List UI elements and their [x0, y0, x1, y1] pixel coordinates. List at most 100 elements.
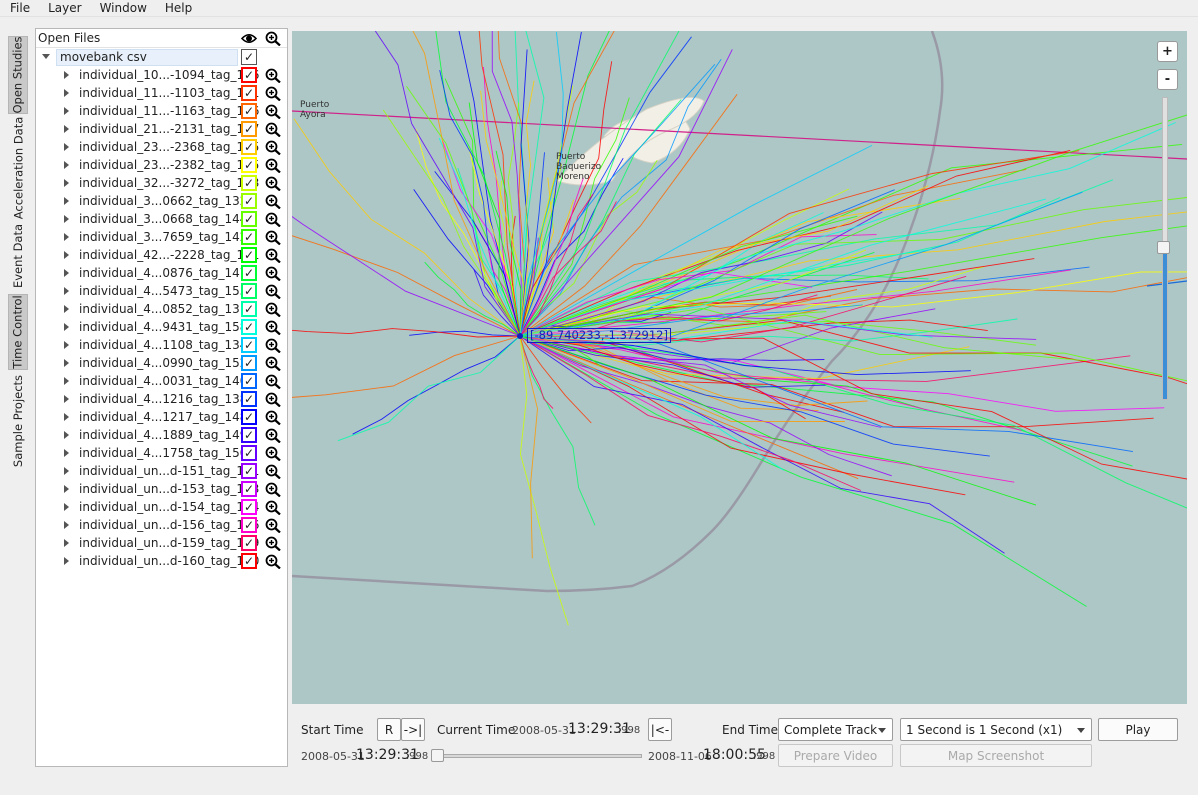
zoom-slider-handle[interactable] [1157, 241, 1170, 254]
end-time-select[interactable]: Complete Track [778, 718, 893, 741]
track-row[interactable]: individual_42...-2228_tag_161 ✓ [36, 246, 287, 264]
track-row[interactable]: individual_un...d-159_tag_159 ✓ [36, 534, 287, 552]
track-visibility-checkbox[interactable]: ✓ [241, 229, 257, 245]
expand-caret-icon[interactable] [64, 467, 69, 475]
track-visibility-checkbox[interactable]: ✓ [241, 265, 257, 281]
zoom-to-track-icon[interactable] [265, 374, 281, 389]
position-marker[interactable] [517, 333, 523, 339]
tab-time-control[interactable]: Time Control [8, 294, 28, 370]
track-visibility-checkbox[interactable]: ✓ [241, 283, 257, 299]
track-row[interactable]: individual_3...7659_tag_142 ✓ [36, 228, 287, 246]
zoom-to-track-icon[interactable] [265, 68, 281, 83]
track-row[interactable]: individual_un...d-151_tag_151 ✓ [36, 462, 287, 480]
zoom-to-header-icon[interactable] [265, 31, 281, 46]
track-visibility-checkbox[interactable]: ✓ [241, 157, 257, 173]
expand-caret-icon[interactable] [64, 521, 69, 529]
track-row[interactable]: individual_4...0852_tag_131 ✓ [36, 300, 287, 318]
track-visibility-checkbox[interactable]: ✓ [241, 355, 257, 371]
expand-caret-icon[interactable] [64, 323, 69, 331]
zoom-to-track-icon[interactable] [265, 428, 281, 443]
zoom-out-button[interactable]: - [1157, 69, 1178, 90]
track-row[interactable]: individual_4...1108_tag_134 ✓ [36, 336, 287, 354]
track-row[interactable]: individual_11...-1163_tag_136 ✓ [36, 102, 287, 120]
expand-caret-icon[interactable] [64, 305, 69, 313]
expand-caret-icon[interactable] [64, 107, 69, 115]
expand-caret-icon[interactable] [64, 539, 69, 547]
track-visibility-checkbox[interactable]: ✓ [241, 553, 257, 569]
track-visibility-checkbox[interactable]: ✓ [241, 85, 257, 101]
expand-caret-icon[interactable] [64, 431, 69, 439]
zoom-to-track-icon[interactable] [265, 446, 281, 461]
track-visibility-checkbox[interactable]: ✓ [241, 391, 257, 407]
track-visibility-checkbox[interactable]: ✓ [241, 247, 257, 263]
expand-caret-icon[interactable] [64, 359, 69, 367]
step-forward-button[interactable]: ->| [401, 718, 425, 741]
expand-caret-icon[interactable] [64, 125, 69, 133]
time-slider-handle[interactable] [431, 749, 444, 762]
root-visibility-checkbox[interactable]: ✓ [241, 49, 257, 65]
expand-caret-icon[interactable] [64, 215, 69, 223]
map-screenshot-button[interactable]: Map Screenshot [900, 744, 1092, 767]
zoom-to-track-icon[interactable] [265, 392, 281, 407]
tree-root-movebank[interactable]: movebank csv ✓ [36, 48, 287, 66]
track-visibility-checkbox[interactable]: ✓ [241, 499, 257, 515]
track-visibility-checkbox[interactable]: ✓ [241, 427, 257, 443]
expand-caret-icon[interactable] [64, 557, 69, 565]
zoom-to-track-icon[interactable] [265, 302, 281, 317]
track-visibility-checkbox[interactable]: ✓ [241, 535, 257, 551]
track-row[interactable]: individual_4...5473_tag_155 ✓ [36, 282, 287, 300]
track-row[interactable]: individual_21...-2131_tag_157 ✓ [36, 120, 287, 138]
track-row[interactable]: individual_4...1217_tag_148 ✓ [36, 408, 287, 426]
expand-caret-icon[interactable] [64, 89, 69, 97]
tab-acceleration-data[interactable]: Acceleration Data [8, 117, 28, 220]
track-row[interactable]: individual_3...0668_tag_144 ✓ [36, 210, 287, 228]
expand-caret-icon[interactable] [42, 54, 50, 59]
tab-sample-projects[interactable]: Sample Projects [8, 374, 28, 468]
track-visibility-checkbox[interactable]: ✓ [241, 121, 257, 137]
expand-caret-icon[interactable] [64, 485, 69, 493]
expand-caret-icon[interactable] [64, 251, 69, 259]
track-row[interactable]: individual_23...-2382_tag_145 ✓ [36, 156, 287, 174]
expand-caret-icon[interactable] [64, 197, 69, 205]
track-visibility-checkbox[interactable]: ✓ [241, 373, 257, 389]
track-row[interactable]: individual_4...0876_tag_147 ✓ [36, 264, 287, 282]
track-visibility-checkbox[interactable]: ✓ [241, 445, 257, 461]
expand-caret-icon[interactable] [64, 413, 69, 421]
zoom-to-track-icon[interactable] [265, 338, 281, 353]
time-slider[interactable] [437, 754, 642, 758]
expand-caret-icon[interactable] [64, 449, 69, 457]
track-row[interactable]: individual_un...d-153_tag_153 ✓ [36, 480, 287, 498]
menu-layer[interactable]: Layer [39, 0, 90, 17]
zoom-to-track-icon[interactable] [265, 266, 281, 281]
playback-speed-select[interactable]: 1 Second is 1 Second (x1) [900, 718, 1092, 741]
expand-caret-icon[interactable] [64, 269, 69, 277]
expand-caret-icon[interactable] [64, 341, 69, 349]
track-row[interactable]: individual_23...-2368_tag_135 ✓ [36, 138, 287, 156]
zoom-to-track-icon[interactable] [265, 500, 281, 515]
map-canvas[interactable] [292, 31, 1187, 704]
track-visibility-checkbox[interactable]: ✓ [241, 463, 257, 479]
zoom-to-track-icon[interactable] [265, 86, 281, 101]
track-visibility-checkbox[interactable]: ✓ [241, 481, 257, 497]
track-row[interactable]: individual_11...-1103_tag_141 ✓ [36, 84, 287, 102]
track-visibility-checkbox[interactable]: ✓ [241, 175, 257, 191]
zoom-to-track-icon[interactable] [265, 464, 281, 479]
zoom-to-track-icon[interactable] [265, 104, 281, 119]
menu-file[interactable]: File [0, 0, 39, 17]
expand-caret-icon[interactable] [64, 287, 69, 295]
track-visibility-checkbox[interactable]: ✓ [241, 103, 257, 119]
reset-button[interactable]: R [377, 718, 401, 741]
expand-caret-icon[interactable] [64, 179, 69, 187]
zoom-to-track-icon[interactable] [265, 248, 281, 263]
expand-caret-icon[interactable] [64, 143, 69, 151]
track-row[interactable]: individual_4...0990_tag_152 ✓ [36, 354, 287, 372]
prepare-video-button[interactable]: Prepare Video [778, 744, 893, 767]
track-row[interactable]: individual_4...1889_tag_149 ✓ [36, 426, 287, 444]
zoom-to-track-icon[interactable] [265, 284, 281, 299]
tab-open-studies[interactable]: Open Studies [8, 36, 28, 114]
track-visibility-checkbox[interactable]: ✓ [241, 301, 257, 317]
track-visibility-checkbox[interactable]: ✓ [241, 67, 257, 83]
track-row[interactable]: individual_4...9431_tag_158 ✓ [36, 318, 287, 336]
track-row[interactable]: individual_un...d-160_tag_160 ✓ [36, 552, 287, 570]
map-view[interactable]: Puerto Ayora Puerto Baquerizo Moreno [292, 31, 1187, 704]
